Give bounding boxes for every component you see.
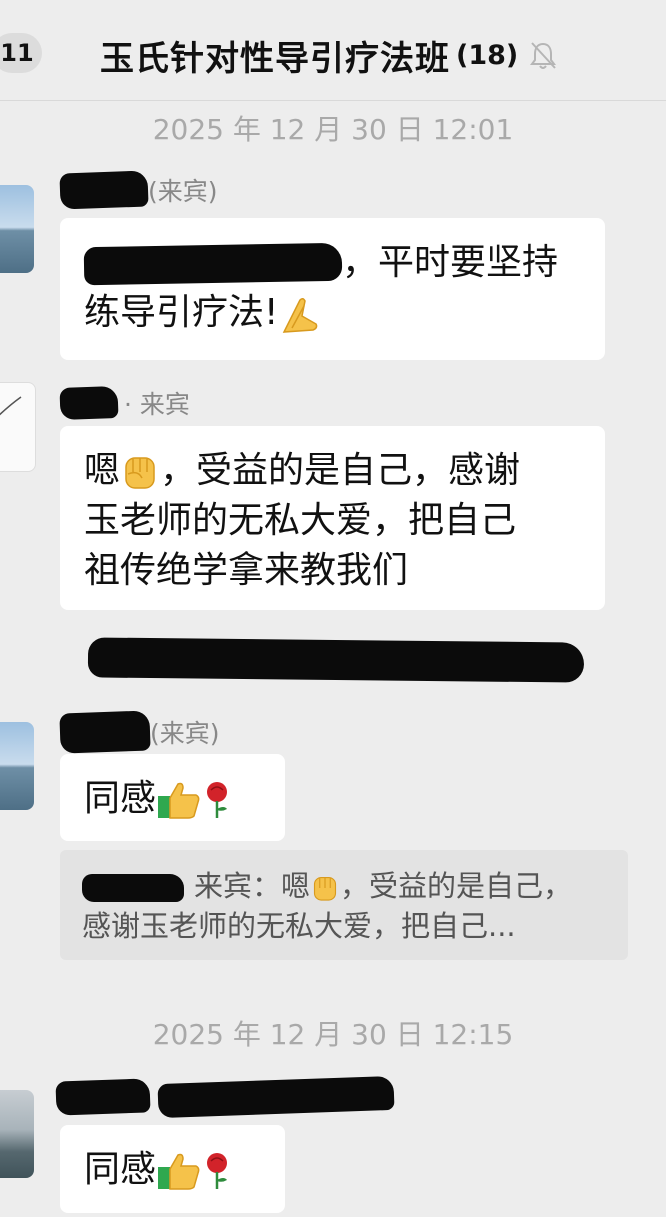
sender-name[interactable]: · 来宾 bbox=[59, 385, 190, 421]
redacted-name bbox=[59, 710, 151, 754]
guest-tag: · 来宾 bbox=[124, 390, 190, 419]
folded-hands-emoji bbox=[283, 297, 318, 333]
back-button-unread-count[interactable]: 11 bbox=[0, 33, 42, 73]
avatar[interactable] bbox=[0, 185, 34, 273]
message-text: ，平时要坚持 bbox=[342, 242, 559, 283]
timestamp: 2025 年 12 月 30 日 12:15 bbox=[152, 1018, 514, 1051]
redacted-name bbox=[59, 385, 119, 421]
avatar[interactable] bbox=[0, 722, 34, 810]
chat-title: 玉氏针对性导引疗法班 bbox=[100, 38, 450, 79]
avatar[interactable] bbox=[0, 382, 36, 472]
raised-fist-emoji bbox=[125, 457, 155, 489]
unread-count: 11 bbox=[0, 39, 34, 67]
avatar[interactable] bbox=[0, 1090, 34, 1178]
quote-text: 感谢玉老师的无私大爱，把自己... bbox=[82, 909, 516, 943]
message-bubble[interactable]: 同感 bbox=[60, 754, 285, 841]
thumbs-up-emoji bbox=[158, 782, 200, 819]
message-bubble[interactable]: ，平时要坚持 练导引疗法! bbox=[60, 218, 605, 360]
raised-fist-emoji bbox=[313, 876, 337, 901]
guest-tag: (来宾) bbox=[148, 177, 218, 206]
quoted-message[interactable]: 来宾：嗯 ，受益的是自己， 感谢玉老师的无私大爱，把自己... bbox=[60, 850, 628, 960]
avatar-sketch bbox=[0, 396, 22, 416]
chat-title-group[interactable]: 玉氏针对性导引疗法班 (18) bbox=[100, 30, 558, 80]
sender-name[interactable]: (来宾) bbox=[59, 710, 220, 754]
guest-tag: (来宾) bbox=[150, 719, 220, 748]
message-text: 练导引疗法! bbox=[84, 292, 279, 333]
thumbs-up-emoji bbox=[158, 1153, 200, 1190]
quote-text: ，受益的是自己， bbox=[340, 869, 573, 903]
redacted-name bbox=[55, 1078, 151, 1116]
rose-emoji bbox=[207, 1153, 228, 1189]
message-text: 同感 bbox=[84, 778, 157, 819]
message-bubble[interactable]: 嗯 ，受益的是自己，感谢 玉老师的无私大爱，把自己 祖传绝学拿来教我们 bbox=[60, 426, 605, 610]
rose-emoji bbox=[207, 782, 228, 818]
message-bubble[interactable]: 同感 bbox=[60, 1125, 285, 1213]
redacted-name bbox=[82, 874, 184, 902]
quote-text: 来宾：嗯 bbox=[194, 869, 311, 903]
member-count: (18) bbox=[456, 39, 519, 71]
redacted-name bbox=[59, 170, 149, 210]
sender-name[interactable]: (来宾) bbox=[59, 170, 218, 210]
message-text: 同感 bbox=[84, 1149, 157, 1190]
redacted-name bbox=[157, 1075, 395, 1119]
sender-name[interactable] bbox=[55, 1075, 395, 1119]
redacted-mention bbox=[83, 242, 343, 286]
bell-muted-icon bbox=[530, 42, 557, 69]
chat-header: 11 玉氏针对性导引疗法班 (18) bbox=[0, 0, 666, 101]
message-text: 嗯 bbox=[84, 450, 121, 491]
timestamp: 2025 年 12 月 30 日 12:01 bbox=[152, 113, 514, 146]
redacted-system-message bbox=[87, 637, 585, 683]
